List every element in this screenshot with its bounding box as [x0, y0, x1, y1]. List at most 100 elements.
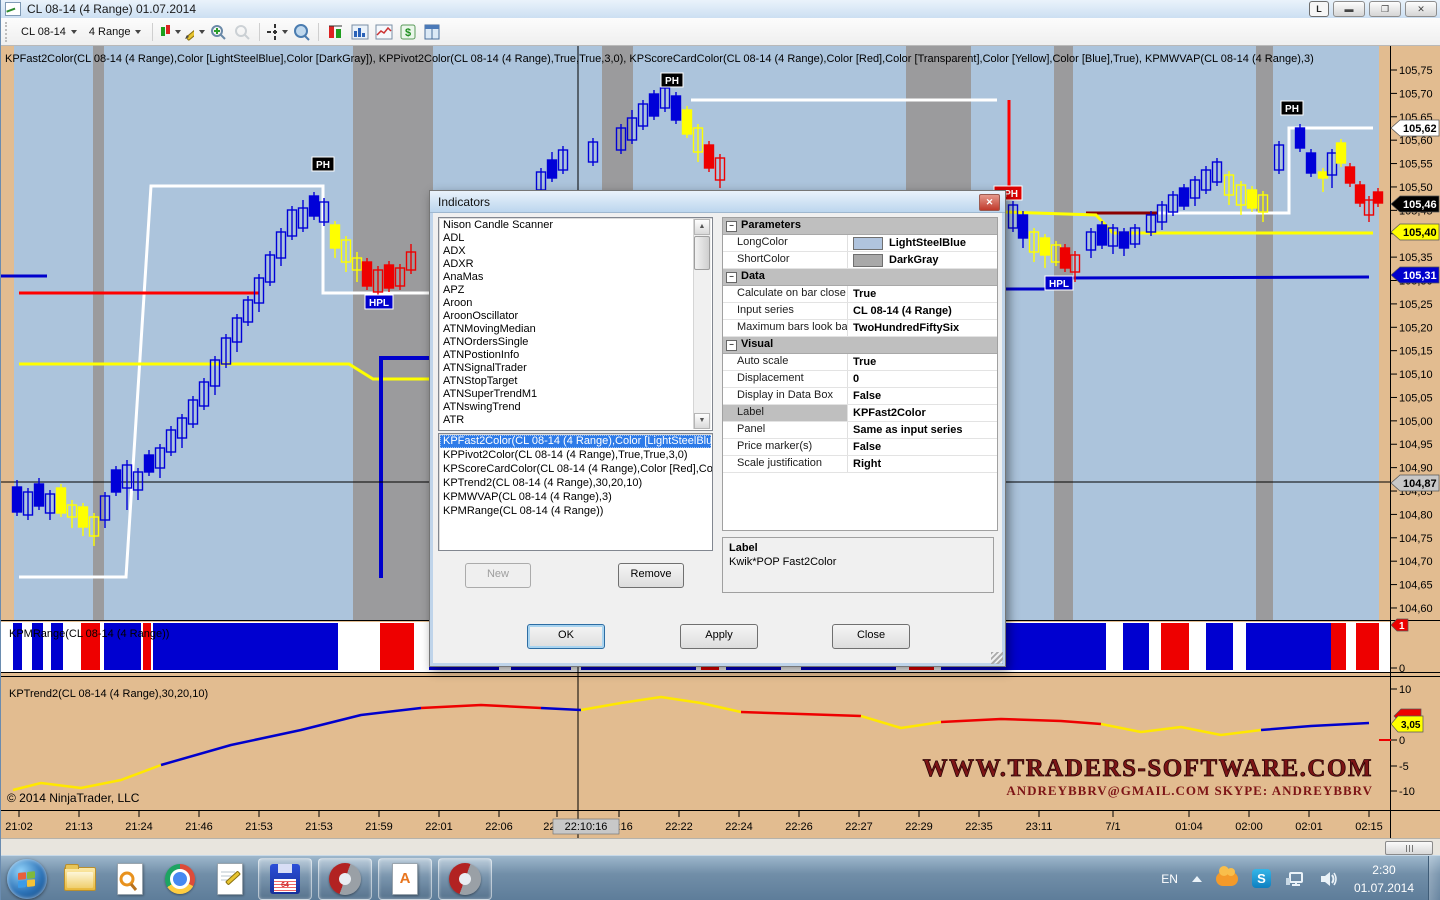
property-row[interactable]: Scale justificationRight — [723, 456, 997, 473]
scroll-up-icon[interactable]: ▲ — [694, 219, 710, 235]
available-indicator-item[interactable]: ADXR — [440, 258, 693, 271]
tray-network-button[interactable] — [1285, 870, 1305, 888]
drawing-tools-button[interactable] — [183, 22, 205, 42]
property-group-header[interactable]: −Parameters — [723, 218, 997, 235]
configured-indicator-item[interactable]: KPTrend2(CL 08-14 (4 Range),30,20,10) — [440, 477, 711, 490]
available-indicator-item[interactable]: APZ — [440, 284, 693, 297]
configured-indicator-item[interactable]: KPFast2Color(CL 08-14 (4 Range),Color [L… — [440, 435, 711, 448]
property-row[interactable]: Maximum bars look bacTwoHundredFiftySix — [723, 320, 997, 337]
available-indicator-item[interactable]: Aroon — [440, 297, 693, 310]
tray-cloud-button[interactable] — [1216, 872, 1238, 886]
configured-indicator-item[interactable]: KPScoreCardColor(CL 08-14 (4 Range),Colo… — [440, 463, 711, 476]
collapse-icon[interactable]: − — [726, 340, 737, 351]
property-row[interactable]: LongColorLightSteelBlue — [723, 235, 997, 252]
property-row[interactable]: Auto scaleTrue — [723, 354, 997, 371]
taskbar-search-button[interactable] — [110, 859, 150, 899]
taskbar-app-writer[interactable]: A — [378, 858, 432, 900]
available-indicators-list[interactable]: Nison Candle ScannerADLADXADXRAnaMasAPZA… — [438, 217, 713, 431]
toolbar-grip[interactable] — [5, 22, 11, 42]
available-indicator-item[interactable]: ATNPostionInfo — [440, 349, 693, 362]
indicator-property-grid[interactable]: −ParametersLongColorLightSteelBlueShortC… — [722, 217, 998, 531]
available-indicator-item[interactable]: ATNSignalTrader — [440, 362, 693, 375]
property-row[interactable]: LabelKPFast2Color — [723, 405, 997, 422]
available-indicator-item[interactable]: ADL — [440, 232, 693, 245]
close-dialog-button[interactable]: Close — [832, 624, 910, 649]
zoom-in-button[interactable] — [207, 22, 229, 42]
taskbar-explorer-button[interactable] — [60, 859, 100, 899]
data-series-button[interactable] — [325, 22, 347, 42]
property-group-header[interactable]: −Visual — [723, 337, 997, 354]
available-indicator-item[interactable]: ATNStopTarget — [440, 375, 693, 388]
resize-grip[interactable] — [991, 652, 1003, 664]
tray-clock[interactable]: 2:30 01.07.2014 — [1354, 861, 1414, 897]
cursor-mode-button[interactable] — [266, 22, 288, 42]
chart-scroll-thumb[interactable] — [1385, 841, 1433, 855]
show-desktop-button[interactable] — [1428, 856, 1440, 900]
start-button[interactable] — [7, 859, 47, 899]
property-value[interactable]: DarkGray — [848, 252, 997, 268]
scroll-down-icon[interactable]: ▼ — [694, 413, 710, 429]
property-value[interactable]: True — [848, 286, 997, 302]
property-value[interactable]: False — [848, 388, 997, 404]
restore-button[interactable]: ❐ — [1369, 1, 1401, 17]
zoom-out-button[interactable] — [231, 22, 253, 42]
taskbar-app-ninjatrader-2[interactable] — [438, 858, 492, 900]
new-button[interactable]: New — [465, 563, 531, 588]
property-group-header[interactable]: −Data — [723, 269, 997, 286]
property-value[interactable]: KPFast2Color — [848, 405, 997, 421]
property-value[interactable]: Same as input series — [848, 422, 997, 438]
taskbar-notepad-button[interactable] — [210, 859, 250, 899]
taskbar-app-ninjatrader-1[interactable] — [318, 858, 372, 900]
property-value[interactable]: CL 08-14 (4 Range) — [848, 303, 997, 319]
property-value[interactable]: False — [848, 439, 997, 455]
collapse-icon[interactable]: − — [726, 272, 737, 283]
tray-expand-button[interactable] — [1192, 876, 1202, 882]
window-titlebar[interactable]: CL 08-14 (4 Range) 01.07.2014 L ▬ ❐ ✕ — [1, 0, 1440, 19]
property-value[interactable]: Right — [848, 456, 997, 472]
dialog-titlebar[interactable]: Indicators ✕ — [430, 191, 1005, 213]
indicators-button[interactable] — [349, 22, 371, 42]
property-value[interactable]: True — [848, 354, 997, 370]
taskbar-chrome-button[interactable] — [160, 859, 200, 899]
configured-indicator-item[interactable]: KPPivot2Color(CL 08-14 (4 Range),True,Tr… — [440, 449, 711, 462]
property-value[interactable]: LightSteelBlue — [848, 235, 997, 251]
configured-indicator-item[interactable]: KPMRange(CL 08-14 (4 Range)) — [440, 505, 711, 518]
tray-skype-button[interactable]: S — [1252, 869, 1271, 888]
remove-button[interactable]: Remove — [618, 563, 684, 588]
dialog-close-button[interactable]: ✕ — [979, 194, 1000, 211]
mini-chart-button[interactable] — [373, 22, 395, 42]
scrollbar-thumb[interactable] — [694, 236, 710, 270]
taskbar-app-floppy[interactable]: 64 — [258, 858, 312, 900]
property-row[interactable]: PanelSame as input series — [723, 422, 997, 439]
property-value[interactable]: TwoHundredFiftySix — [848, 320, 997, 336]
available-indicator-item[interactable]: AroonOscillator — [440, 310, 693, 323]
close-button[interactable]: ✕ — [1405, 1, 1437, 17]
property-row[interactable]: Displacement0 — [723, 371, 997, 388]
tray-volume-button[interactable] — [1319, 870, 1339, 888]
list-scrollbar[interactable]: ▲ ▼ — [693, 219, 711, 429]
property-row[interactable]: Input seriesCL 08-14 (4 Range) — [723, 303, 997, 320]
available-indicator-item[interactable]: Nison Candle Scanner — [440, 219, 693, 232]
property-row[interactable]: ShortColorDarkGray — [723, 252, 997, 269]
ok-button[interactable]: OK — [527, 624, 605, 649]
property-value[interactable]: 0 — [848, 371, 997, 387]
magnify-button[interactable] — [290, 22, 312, 42]
link-button[interactable]: L — [1309, 1, 1329, 17]
apply-button[interactable]: Apply — [680, 624, 758, 649]
collapse-icon[interactable]: − — [726, 221, 737, 232]
available-indicator-item[interactable]: ATNOrdersSingle — [440, 336, 693, 349]
configured-indicator-item[interactable]: KPMWVAP(CL 08-14 (4 Range),3) — [440, 491, 711, 504]
property-row[interactable]: Display in Data BoxFalse — [723, 388, 997, 405]
chart-style-button[interactable] — [159, 22, 181, 42]
available-indicator-item[interactable]: ADX — [440, 245, 693, 258]
available-indicator-item[interactable]: ATNSuperTrendM1 — [440, 388, 693, 401]
period-dropdown[interactable]: 4 Range — [83, 23, 148, 41]
available-indicator-item[interactable]: ATNMovingMedian — [440, 323, 693, 336]
properties-button[interactable] — [421, 22, 443, 42]
language-indicator[interactable]: EN — [1161, 872, 1178, 886]
property-row[interactable]: Price marker(s)False — [723, 439, 997, 456]
configured-indicators-list[interactable]: KPFast2Color(CL 08-14 (4 Range),Color [L… — [438, 433, 713, 551]
chart-trader-button[interactable]: $ — [397, 22, 419, 42]
property-row[interactable]: Calculate on bar closeTrue — [723, 286, 997, 303]
available-indicator-item[interactable]: AnaMas — [440, 271, 693, 284]
